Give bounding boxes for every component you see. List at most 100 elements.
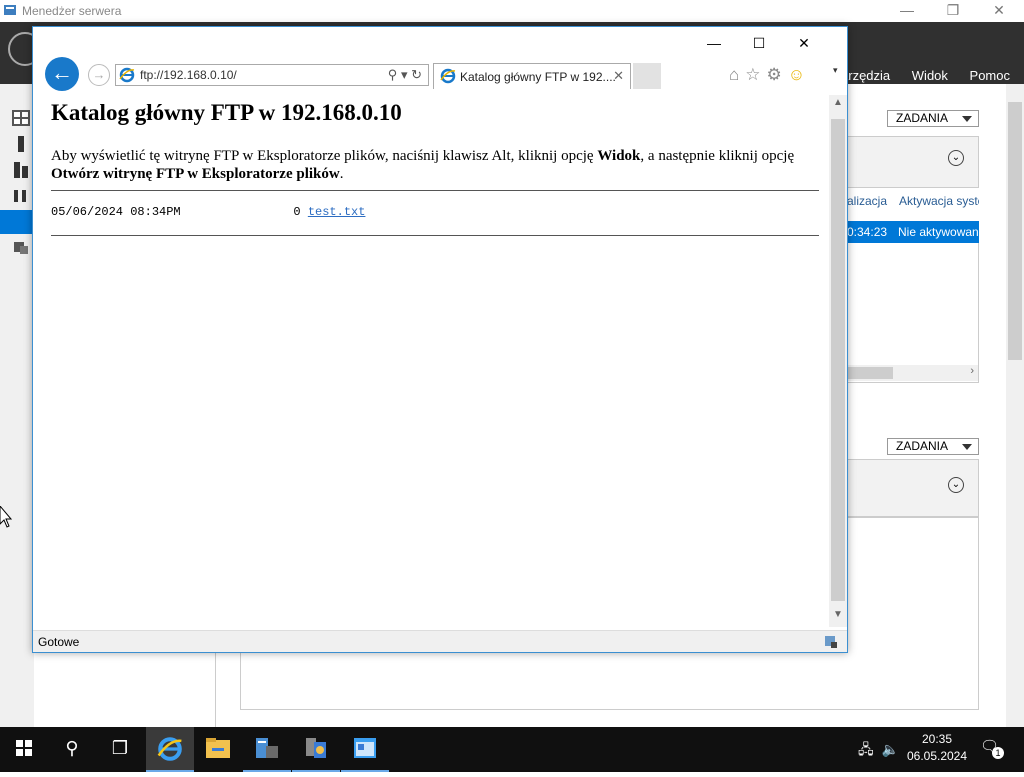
close-button[interactable]: ✕ bbox=[976, 0, 1022, 22]
taskbar-internet-explorer[interactable] bbox=[146, 727, 194, 772]
file-size: 0 bbox=[293, 205, 301, 219]
taskbar-app[interactable] bbox=[341, 727, 389, 772]
chevron-down-icon bbox=[962, 444, 972, 450]
msg-bold-open-ftp: Otwórz witrynę FTP w Eksploratorze plikó… bbox=[51, 166, 340, 182]
servers-panel-header: ⌄ bbox=[846, 136, 979, 188]
search-icon[interactable]: ⚲ bbox=[48, 727, 96, 772]
sm-nav-sidebar bbox=[0, 84, 34, 727]
minimize-button[interactable]: — bbox=[884, 0, 930, 22]
network-icon[interactable]: 🖧 bbox=[858, 741, 874, 757]
page-content: Katalog główny FTP w 192.168.0.10 Aby wy… bbox=[41, 95, 829, 625]
file-date: 05/06/2024 08:34PM bbox=[51, 205, 181, 219]
ie-close-button[interactable]: ✕ bbox=[781, 33, 827, 57]
iis-manager-icon bbox=[306, 738, 326, 758]
all-servers-icon[interactable] bbox=[12, 162, 30, 178]
tasks-dropdown-2[interactable]: ZADANIA bbox=[887, 438, 979, 455]
ie-maximize-button[interactable]: ☐ bbox=[736, 33, 782, 57]
smiley-feedback-icon[interactable]: ☺ bbox=[788, 65, 805, 84]
column-headers: alizacja Aktywacja syste bbox=[846, 192, 979, 212]
ie-command-icons: ⌂ ☆ ⚙ ☺ bbox=[729, 65, 811, 85]
clock-time: 20:35 bbox=[921, 732, 953, 746]
window-app-icon bbox=[354, 738, 376, 758]
status-text: Gotowe bbox=[38, 635, 80, 649]
windows-logo-icon bbox=[16, 740, 32, 756]
tasks-label: ZADANIA bbox=[896, 111, 949, 125]
events-panel-header: ⌄ bbox=[846, 459, 979, 517]
msg-bold-view: Widok bbox=[597, 148, 641, 164]
server-manager-icon bbox=[4, 5, 16, 15]
address-tools: ⚲ ▾ ↻ bbox=[388, 67, 422, 83]
tab-title: Katalog główny FTP w 192.... bbox=[460, 70, 616, 84]
ie-minimize-button[interactable]: — bbox=[691, 33, 737, 57]
sm-vertical-scrollbar[interactable] bbox=[1006, 84, 1024, 727]
restore-button[interactable]: ❐ bbox=[930, 0, 976, 22]
status-bar: Gotowe bbox=[33, 630, 847, 652]
back-button[interactable]: ← bbox=[45, 57, 79, 91]
volume-muted-icon[interactable]: 🔈 bbox=[882, 741, 899, 757]
horizontal-scrollbar[interactable]: › bbox=[847, 365, 978, 381]
mouse-cursor-icon bbox=[0, 506, 12, 528]
clock[interactable]: 20:35 06.05.2024 bbox=[900, 731, 974, 765]
zone-icon bbox=[825, 636, 837, 648]
scroll-right-icon[interactable]: › bbox=[970, 365, 974, 377]
file-services-icon[interactable] bbox=[12, 240, 30, 256]
favorites-star-icon[interactable]: ☆ bbox=[745, 65, 760, 84]
msg-part-3: . bbox=[339, 166, 344, 182]
column-header-update[interactable]: alizacja bbox=[847, 194, 887, 208]
menu-help[interactable]: Pomoc bbox=[970, 68, 1010, 83]
taskbar-server-manager[interactable] bbox=[243, 727, 291, 772]
task-view-icon[interactable]: ❐ bbox=[96, 727, 144, 772]
menu-view[interactable]: Widok bbox=[912, 68, 948, 83]
ie-window: — ☐ ✕ ← → ftp://192.168.0.10/ ⚲ ▾ ↻ Kata… bbox=[32, 26, 848, 653]
folder-icon bbox=[206, 738, 230, 758]
dashboard-icon[interactable] bbox=[12, 110, 30, 126]
taskbar-file-explorer[interactable] bbox=[194, 727, 242, 772]
page-title: Katalog główny FTP w 192.168.0.10 bbox=[51, 100, 402, 125]
server-row-selected[interactable]: 0:34:23 Nie aktywowan bbox=[846, 221, 979, 243]
scroll-down-icon[interactable]: ▼ bbox=[833, 609, 843, 620]
start-button[interactable] bbox=[0, 727, 48, 772]
tab-close-icon[interactable]: ✕ bbox=[613, 68, 624, 84]
divider bbox=[51, 190, 819, 191]
new-tab-button[interactable] bbox=[633, 63, 661, 89]
chevron-down-icon bbox=[962, 116, 972, 122]
roles-icon[interactable] bbox=[12, 188, 30, 204]
ftp-instructions: Aby wyświetlić tę witrynę FTP w Eksplora… bbox=[51, 147, 821, 183]
row-activation-status: Nie aktywowan bbox=[898, 225, 978, 239]
scrollbar-thumb[interactable] bbox=[847, 367, 893, 379]
ie-page-icon bbox=[440, 68, 456, 84]
forward-button[interactable]: → bbox=[88, 64, 110, 86]
internet-explorer-icon bbox=[157, 737, 182, 761]
notifications-button[interactable]: 🗨 1 bbox=[980, 737, 1004, 759]
divider bbox=[51, 235, 819, 236]
expand-icon[interactable]: ⌄ bbox=[948, 150, 964, 166]
tab-list-dropdown-icon[interactable]: ▾ bbox=[833, 65, 838, 76]
column-header-activation[interactable]: Aktywacja syste bbox=[899, 194, 979, 208]
local-server-icon[interactable] bbox=[12, 136, 30, 152]
clock-date: 06.05.2024 bbox=[906, 749, 968, 763]
address-url: ftp://192.168.0.10/ bbox=[140, 68, 237, 82]
server-manager-titlebar: Menedżer serwera — ❐ ✕ bbox=[0, 0, 1024, 22]
settings-gear-icon[interactable]: ⚙ bbox=[767, 65, 782, 84]
iis-nav-item-selected[interactable] bbox=[0, 210, 34, 234]
msg-part-2: , a następnie kliknij opcję bbox=[640, 148, 795, 164]
file-link[interactable]: test.txt bbox=[308, 205, 366, 219]
server-manager-icon bbox=[256, 738, 278, 758]
address-bar[interactable]: ftp://192.168.0.10/ ⚲ ▾ ↻ bbox=[115, 64, 429, 86]
ie-toolbar: — ☐ ✕ ← → ftp://192.168.0.10/ ⚲ ▾ ↻ Kata… bbox=[33, 27, 847, 95]
dropdown-icon[interactable]: ▾ bbox=[401, 67, 408, 82]
scrollbar-thumb[interactable] bbox=[831, 119, 845, 601]
taskbar-iis-manager[interactable] bbox=[292, 727, 340, 772]
expand-icon[interactable]: ⌄ bbox=[948, 477, 964, 493]
taskbar: ⚲ ❐ 🖧 🔈 20:35 06.05.2024 🗨 1 bbox=[0, 727, 1024, 772]
ie-vertical-scrollbar[interactable]: ▲ ▼ bbox=[829, 95, 847, 627]
search-icon[interactable]: ⚲ bbox=[388, 67, 398, 82]
scrollbar-thumb[interactable] bbox=[1008, 102, 1022, 360]
refresh-icon[interactable]: ↻ bbox=[411, 67, 422, 82]
file-list-row: 05/06/2024 08:34PM 0 test.txt bbox=[51, 205, 365, 219]
home-icon[interactable]: ⌂ bbox=[729, 65, 739, 84]
scroll-up-icon[interactable]: ▲ bbox=[833, 97, 843, 108]
tasks-dropdown-1[interactable]: ZADANIA bbox=[887, 110, 979, 127]
tab-ftp-root[interactable]: Katalog główny FTP w 192.... ✕ bbox=[433, 63, 631, 89]
msg-part-1: Aby wyświetlić tę witrynę FTP w Eksplora… bbox=[51, 148, 598, 164]
